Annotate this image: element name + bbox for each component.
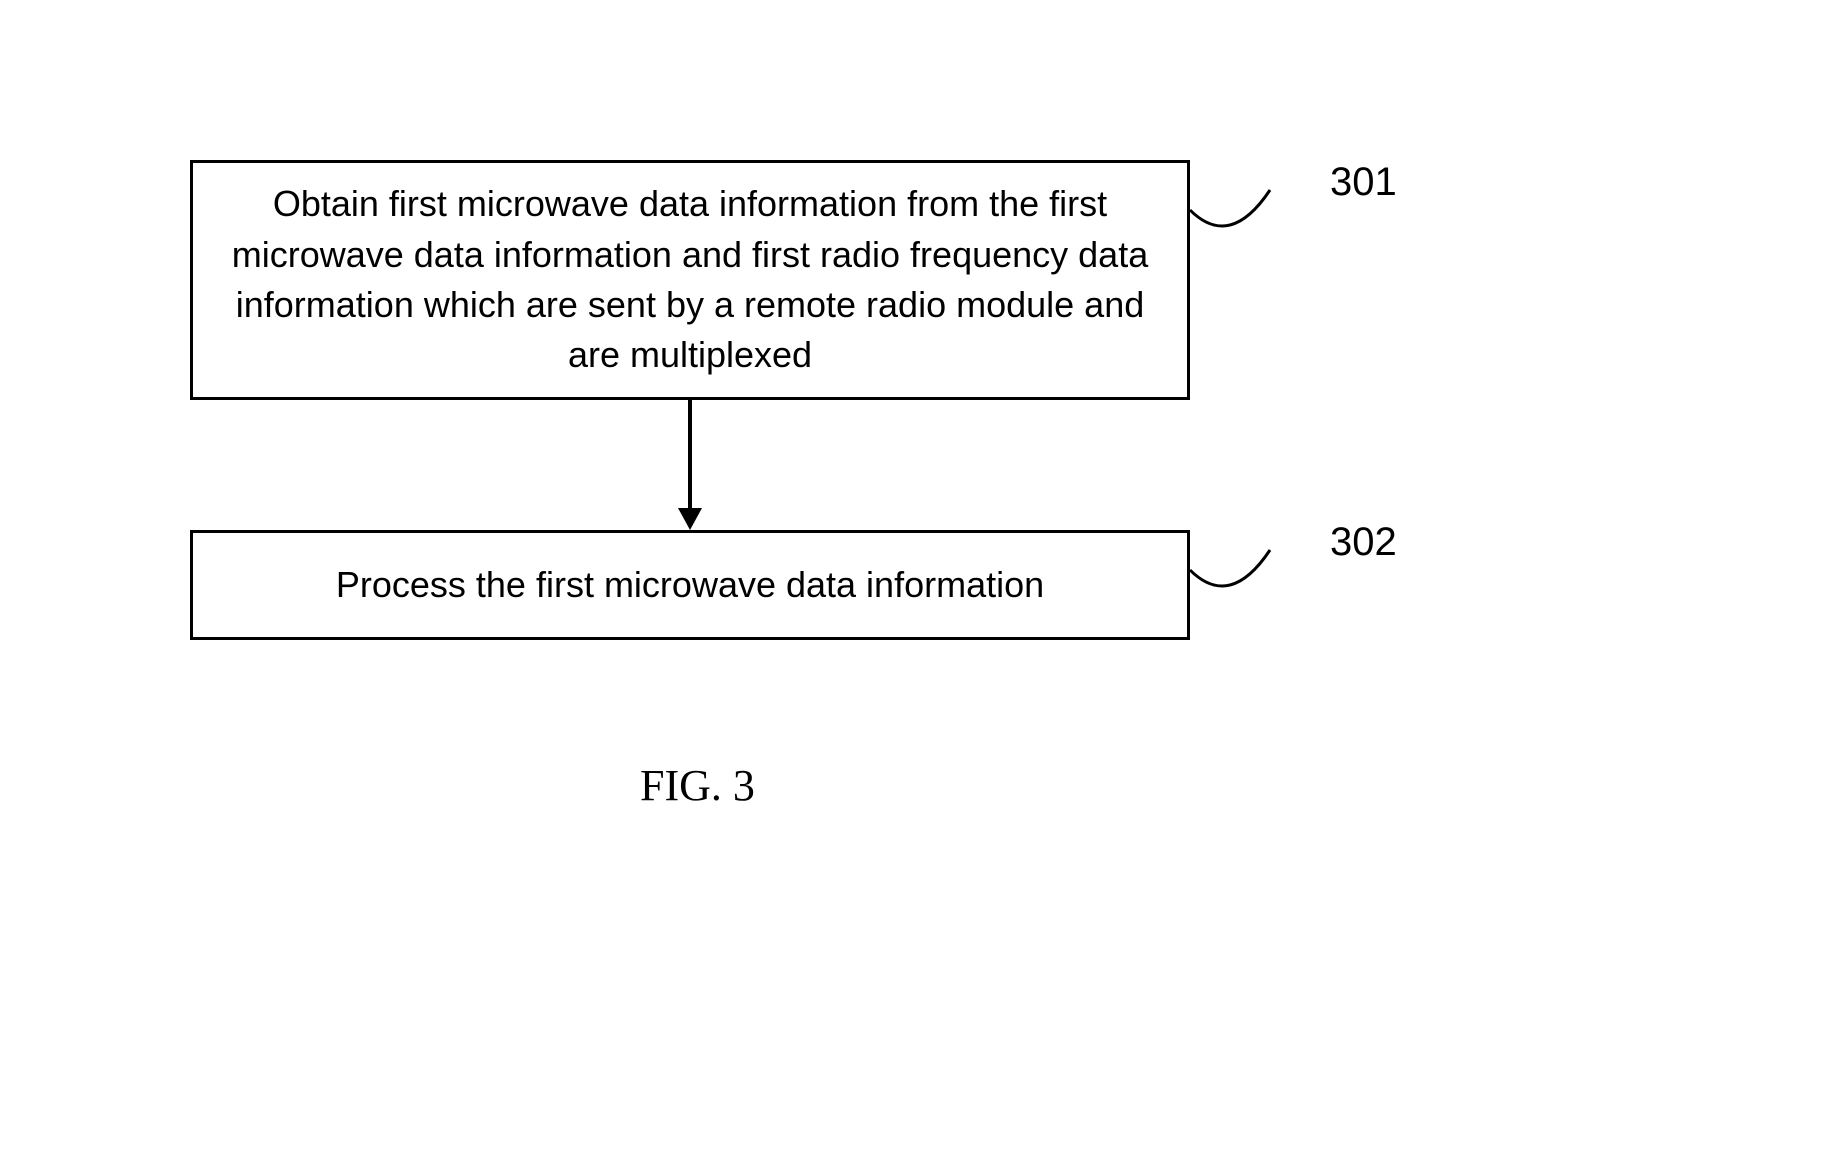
arrow-1-to-2 (688, 400, 692, 510)
figure-caption: FIG. 3 (640, 760, 755, 811)
arrow-1-to-2-head (678, 508, 702, 530)
step-2-text: Process the first microwave data informa… (336, 560, 1044, 610)
step-1-label: 301 (1330, 160, 1397, 205)
connector-301 (1190, 180, 1310, 280)
step-2-label: 302 (1330, 520, 1397, 565)
connector-302 (1190, 540, 1310, 640)
flowchart-step-2: Process the first microwave data informa… (190, 530, 1190, 640)
step-1-text: Obtain first microwave data information … (223, 179, 1157, 381)
flowchart-step-1: Obtain first microwave data information … (190, 160, 1190, 400)
